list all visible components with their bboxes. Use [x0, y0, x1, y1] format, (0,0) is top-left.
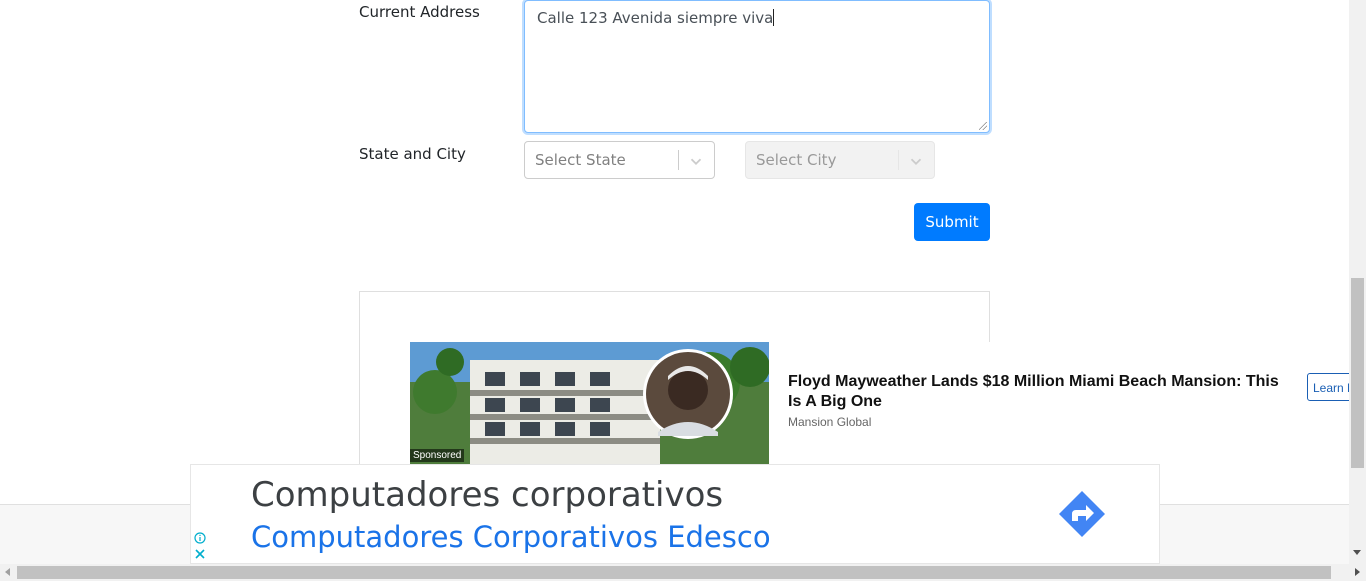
banner-subheadline[interactable]: Computadores Corporativos Edesco	[251, 520, 771, 554]
submit-button[interactable]: Submit	[914, 203, 990, 241]
city-select[interactable]: Select City	[745, 141, 935, 179]
close-icon[interactable]	[194, 548, 206, 560]
select-separator	[898, 150, 899, 170]
scroll-down-arrow-icon[interactable]	[1353, 550, 1361, 555]
chevron-down-icon[interactable]	[907, 152, 925, 170]
state-city-label: State and City	[359, 145, 466, 163]
text-caret	[773, 9, 775, 26]
address-label: Current Address	[359, 3, 480, 21]
horizontal-scrollbar-thumb[interactable]	[17, 566, 1331, 579]
mansion-image	[410, 342, 769, 464]
vertical-scrollbar-thumb[interactable]	[1351, 278, 1364, 468]
horizontal-scrollbar[interactable]	[0, 564, 1366, 581]
state-select[interactable]: Select State	[524, 141, 715, 179]
promo-title[interactable]: Floyd Mayweather Lands $18 Million Miami…	[788, 372, 1288, 412]
directions-arrow-icon[interactable]	[1057, 489, 1107, 539]
banner-headline[interactable]: Computadores corporativos	[251, 475, 723, 515]
chevron-down-icon[interactable]	[687, 152, 705, 170]
address-textarea[interactable]: Calle 123 Avenida siempre viva	[524, 0, 990, 133]
sponsored-label: Sponsored	[410, 449, 465, 462]
state-select-placeholder: Select State	[535, 151, 626, 169]
resize-grip-icon[interactable]	[979, 122, 987, 130]
info-icon[interactable]	[194, 532, 206, 544]
select-separator	[678, 150, 679, 170]
address-textarea-value: Calle 123 Avenida siempre viva	[537, 9, 774, 27]
banner-ad[interactable]: Computadores corporativos Computadores C…	[190, 464, 1160, 564]
promo-image[interactable]: Sponsored	[410, 342, 769, 464]
vertical-scrollbar[interactable]	[1349, 0, 1366, 564]
scroll-right-arrow-icon[interactable]	[1355, 568, 1360, 576]
city-select-placeholder: Select City	[756, 151, 837, 169]
scroll-left-arrow-icon[interactable]	[5, 568, 10, 576]
promo-source: Mansion Global	[788, 415, 872, 429]
sponsored-promo[interactable]: Sponsored Floyd Mayweather Lands $18 Mil…	[410, 342, 1366, 464]
